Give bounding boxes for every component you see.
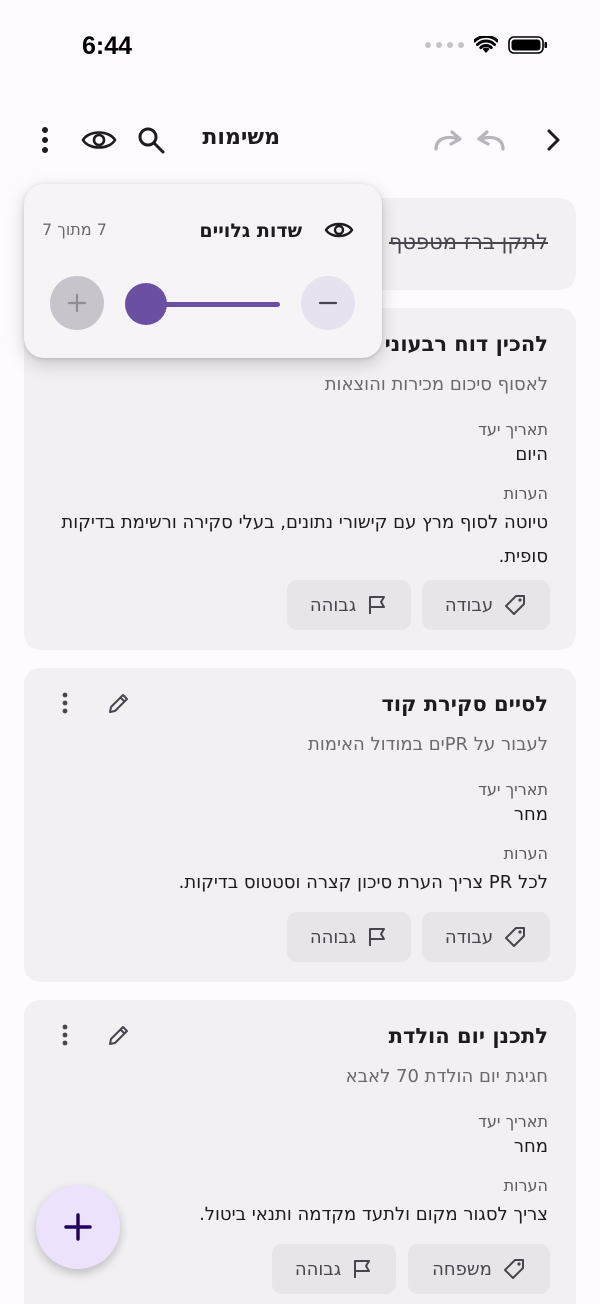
- task-subtitle: חגיגת יום הולדת 70 לאבא: [345, 1066, 548, 1087]
- decrease-fields-button[interactable]: [301, 276, 355, 330]
- tag-icon: [505, 595, 526, 615]
- tag-label: עבודה: [444, 594, 494, 616]
- flag-icon: [369, 928, 386, 946]
- notes-label: הערות: [503, 1176, 548, 1195]
- task-edit-button[interactable]: [104, 1020, 134, 1050]
- task-title: לתכנן יום הולדת: [388, 1024, 548, 1048]
- priority-chip[interactable]: גבוהה: [287, 580, 411, 630]
- tag-icon: [503, 1259, 524, 1279]
- plus-icon: [67, 293, 87, 313]
- task-subtitle: לעבור על PRים במודול האימות: [308, 734, 548, 755]
- popup-title: שדות גלויים: [199, 220, 302, 242]
- minus-icon: [318, 301, 338, 305]
- priority-label: גבוהה: [309, 594, 357, 616]
- flag-icon: [354, 1260, 371, 1278]
- more-menu-button[interactable]: [20, 110, 70, 170]
- notes-value: צריך לסגור מקום ולתעד מקדמה ותנאי ביטול.: [199, 1204, 548, 1225]
- search-button[interactable]: [126, 110, 176, 170]
- task-card[interactable]: להכין דוח רבעוני לאסוף סיכום מכירות והוצ…: [24, 308, 576, 650]
- task-subtitle: לאסוף סיכום מכירות והוצאות: [324, 374, 548, 395]
- flag-icon: [369, 596, 386, 614]
- task-title: לתקן ברז מטפטף: [388, 230, 548, 254]
- eye-icon: [81, 131, 117, 149]
- task-more-button[interactable]: [50, 688, 80, 718]
- fields-slider-thumb[interactable]: [125, 283, 167, 325]
- page-title: משימות: [202, 125, 280, 150]
- due-date-value: היום: [515, 444, 548, 465]
- search-icon: [138, 127, 165, 154]
- task-card[interactable]: לסיים סקירת קוד לעבור על PRים במודול האי…: [24, 668, 576, 982]
- priority-chip[interactable]: גבוהה: [272, 1244, 396, 1294]
- visible-fields-popup: שדות גלויים 7 מתוך 7: [24, 184, 382, 358]
- plus-icon: [64, 1213, 92, 1241]
- due-date-value: מחר: [513, 1136, 548, 1157]
- due-date-value: מחר: [513, 804, 548, 825]
- tag-label: עבודה: [444, 926, 494, 948]
- back-button[interactable]: [528, 110, 578, 170]
- wifi-icon: [474, 36, 498, 53]
- visible-fields-count: 7 מתוך 7: [42, 220, 107, 239]
- tag-chip[interactable]: עבודה: [422, 580, 550, 630]
- due-date-label: תאריך יעד: [478, 1112, 548, 1131]
- tag-chip[interactable]: משפחה: [408, 1244, 550, 1294]
- status-bar: 6:44: [0, 0, 600, 96]
- task-title: להכין דוח רבעוני: [384, 332, 548, 356]
- cellular-signal-icon: [425, 42, 464, 48]
- due-date-label: תאריך יעד: [478, 780, 548, 799]
- increase-fields-button[interactable]: [50, 276, 104, 330]
- add-task-button[interactable]: [36, 1185, 120, 1269]
- task-more-button[interactable]: [50, 1020, 80, 1050]
- tag-chip[interactable]: עבודה: [422, 912, 550, 962]
- tag-icon: [505, 927, 526, 947]
- tag-label: משפחה: [432, 1258, 492, 1280]
- task-edit-button[interactable]: [104, 688, 134, 718]
- notes-label: הערות: [503, 484, 548, 503]
- notes-value: טיוטה לסוף מרץ עם קישורי נתונים, בעלי סק…: [61, 512, 548, 567]
- undo-button[interactable]: [466, 110, 516, 170]
- pencil-icon: [109, 1026, 128, 1045]
- visibility-button[interactable]: [74, 110, 124, 170]
- notes-value: לכל PR צריך הערת סיכון קצרה וסטטוס בדיקו…: [178, 872, 548, 893]
- more-vertical-icon: [62, 1024, 68, 1046]
- status-time: 6:44: [82, 32, 133, 60]
- priority-chip[interactable]: גבוהה: [287, 912, 411, 962]
- more-vertical-icon: [42, 127, 48, 153]
- eye-icon: [324, 222, 354, 238]
- battery-icon: [508, 36, 547, 54]
- task-title: לסיים סקירת קוד: [381, 692, 548, 716]
- status-icons: [425, 36, 548, 54]
- app-toolbar: משימות: [0, 110, 600, 170]
- due-date-label: תאריך יעד: [478, 420, 548, 439]
- priority-label: גבוהה: [309, 926, 357, 948]
- notes-label: הערות: [503, 844, 548, 863]
- pencil-icon: [109, 694, 128, 713]
- task-card[interactable]: לתכנן יום הולדת חגיגת יום הולדת 70 לאבא …: [24, 1000, 576, 1304]
- redo-icon: [434, 130, 462, 151]
- chevron-right-icon: [547, 129, 560, 151]
- undo-icon: [477, 130, 505, 151]
- priority-label: גבוהה: [294, 1258, 342, 1280]
- more-vertical-icon: [62, 692, 68, 714]
